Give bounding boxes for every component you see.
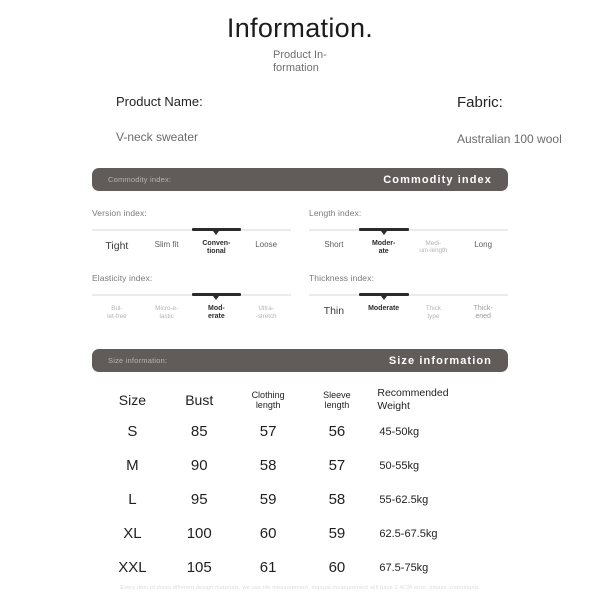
- size-table-cell: 57: [259, 423, 277, 441]
- slider-tick-label[interactable]: Thick-ened: [458, 305, 508, 321]
- slider-marker-icon: [380, 230, 387, 235]
- size-table-cell: 56: [328, 423, 346, 441]
- size-table-head: Size Bust Clothing length Sleeve length Recomm…: [100, 386, 500, 414]
- size-table-column-header: Clothing length: [251, 389, 285, 410]
- size-table-column-header: Sleeve length: [323, 389, 351, 410]
- size-information-bar-wrap: Size information: Size information: [0, 349, 600, 373]
- page-subtitle: Product In-formation: [273, 48, 327, 75]
- slider-tick-labels: Thin Moderate Thick type Thick-ened: [309, 305, 508, 321]
- product-name-label: Product Name:: [116, 94, 203, 110]
- size-table-cell: 90: [190, 457, 208, 475]
- index-sliders: Version index: Tight Slim fit Conven-tional…: [0, 208, 600, 321]
- size-table-column-header: Size: [118, 391, 147, 408]
- size-table-cell: 57: [328, 457, 346, 475]
- table-row: XXL 105 61 60 67.5-75kg: [100, 551, 500, 585]
- page-header: Information. Product In-formation: [0, 0, 600, 76]
- size-table: Size Bust Clothing length Sleeve length Recomm…: [100, 386, 500, 584]
- slider-tick-label[interactable]: Bul-let-free: [92, 305, 142, 321]
- size-table-column-header: Recommended Weight: [377, 387, 449, 412]
- size-table-cell: 100: [186, 525, 212, 543]
- measurement-disclaimer: Every item of dress different design mat…: [120, 585, 480, 591]
- slider-tick-label[interactable]: Medi-um-length: [409, 240, 459, 256]
- slider-version-index[interactable]: Version index: Tight Slim fit Conven-tional…: [92, 208, 291, 256]
- slider-tick-label[interactable]: Long: [458, 240, 508, 256]
- size-table-cell: 67.5-75kg: [379, 561, 429, 574]
- size-table-cell: M: [126, 457, 139, 475]
- size-table-cell: 50-55kg: [379, 459, 420, 472]
- slider-marker-icon: [213, 295, 220, 300]
- size-table-cell: 60: [259, 525, 277, 543]
- size-table-cell: XXL: [118, 559, 147, 577]
- table-row: XL 100 60 59 62.5-67.5kg: [100, 517, 500, 551]
- slider-tick-label[interactable]: Tight: [92, 240, 142, 256]
- slider-title: Elasticity index:: [92, 273, 153, 284]
- size-table-cell: 55-62.5kg: [379, 493, 429, 506]
- size-information-bar: Size information: Size information: [92, 349, 508, 373]
- slider-tick-label[interactable]: Thin: [309, 305, 359, 321]
- size-table-cell: 59: [328, 525, 346, 543]
- product-info-grid: Product Name: V-neck sweater Fabric: Aus…: [0, 94, 600, 146]
- slider-tick-labels: Bul-let-free Micro-e-lastic Mod-erate Ultra…: [92, 305, 291, 321]
- table-row: L 95 59 58 55-62.5kg: [100, 483, 500, 517]
- size-table-cell: 59: [259, 491, 277, 509]
- size-table-cell: XL: [123, 525, 142, 543]
- fabric-value: Australian 100 wool: [457, 132, 562, 147]
- size-table-column-header: Bust: [185, 391, 214, 408]
- slider-tick-label[interactable]: Mod-erate: [192, 305, 242, 321]
- slider-track-inactive: [309, 229, 508, 231]
- slider-tick-label[interactable]: Loose: [241, 240, 291, 256]
- slider-track[interactable]: [92, 290, 291, 300]
- slider-tick-label[interactable]: Conven-tional: [192, 240, 242, 256]
- slider-tick-label[interactable]: Short: [309, 240, 359, 256]
- size-table-cell: 95: [190, 491, 208, 509]
- size-table-body: S 85 57 56 45-50kg M 90 58 57 50-55kg L 95 59 58 55-62…: [100, 415, 500, 585]
- slider-length-index[interactable]: Length index: Short Moder-ate Medi-um-lengt…: [309, 208, 508, 256]
- slider-track[interactable]: [309, 225, 508, 235]
- size-table-cell: 45-50kg: [379, 425, 420, 438]
- size-table-cell: S: [127, 423, 138, 441]
- slider-tick-label[interactable]: Slim fit: [142, 240, 192, 256]
- slider-tick-label[interactable]: Moder-ate: [359, 240, 409, 256]
- size-table-header-row: Size Bust Clothing length Sleeve length Recomm…: [100, 386, 500, 414]
- slider-track[interactable]: [92, 225, 291, 235]
- slider-tick-label[interactable]: Ultra- -stretch: [241, 305, 291, 321]
- commodity-bar-left-label: Commodity index:: [108, 175, 172, 185]
- slider-title: Thickness index:: [309, 273, 374, 284]
- commodity-index-bar-wrap: Commodity index: Commodity index: [0, 168, 600, 192]
- slider-thickness-index[interactable]: Thickness index: Thin Moderate Thick type Thi…: [309, 273, 508, 321]
- slider-track-inactive: [309, 294, 508, 296]
- slider-marker-icon: [380, 295, 387, 300]
- slider-tick-labels: Short Moder-ate Medi-um-length Long: [309, 240, 508, 256]
- size-table-cell: 85: [190, 423, 208, 441]
- size-table-cell: 61: [259, 559, 277, 577]
- size-bar-left-label: Size information:: [108, 356, 168, 366]
- commodity-index-bar: Commodity index: Commodity index: [92, 168, 508, 192]
- product-name-column: Product Name: V-neck sweater: [0, 94, 230, 146]
- slider-tick-label[interactable]: Moderate: [359, 305, 409, 321]
- slider-title: Version index:: [92, 208, 147, 219]
- fabric-column: Fabric: Australian 100 wool: [230, 94, 600, 146]
- size-table-cell: 58: [328, 491, 346, 509]
- slider-marker-icon: [213, 230, 220, 235]
- size-table-cell: 105: [186, 559, 212, 577]
- slider-row-1: Version index: Tight Slim fit Conven-tional…: [0, 208, 600, 256]
- table-row: M 90 58 57 50-55kg: [100, 449, 500, 483]
- product-name-value: V-neck sweater: [116, 130, 199, 145]
- size-table-cell: 58: [259, 457, 277, 475]
- slider-title: Length index:: [309, 208, 362, 219]
- size-table-cell: 60: [328, 559, 346, 577]
- slider-row-2: Elasticity index: Bul-let-free Micro-e-las…: [0, 273, 600, 321]
- size-table-cell: L: [128, 491, 137, 509]
- page-title: Information.: [226, 13, 374, 43]
- slider-track[interactable]: [309, 290, 508, 300]
- commodity-bar-right-label: Commodity index: [383, 173, 492, 186]
- size-table-cell: 62.5-67.5kg: [379, 527, 438, 540]
- slider-tick-label[interactable]: Thick type: [409, 305, 459, 321]
- table-row: S 85 57 56 45-50kg: [100, 415, 500, 449]
- slider-tick-labels: Tight Slim fit Conven-tional Loose: [92, 240, 291, 256]
- slider-elasticity-index[interactable]: Elasticity index: Bul-let-free Micro-e-las…: [92, 273, 291, 321]
- slider-tick-label[interactable]: Micro-e-lastic: [142, 305, 192, 321]
- size-bar-right-label: Size information: [388, 354, 492, 367]
- fabric-label: Fabric:: [457, 94, 503, 112]
